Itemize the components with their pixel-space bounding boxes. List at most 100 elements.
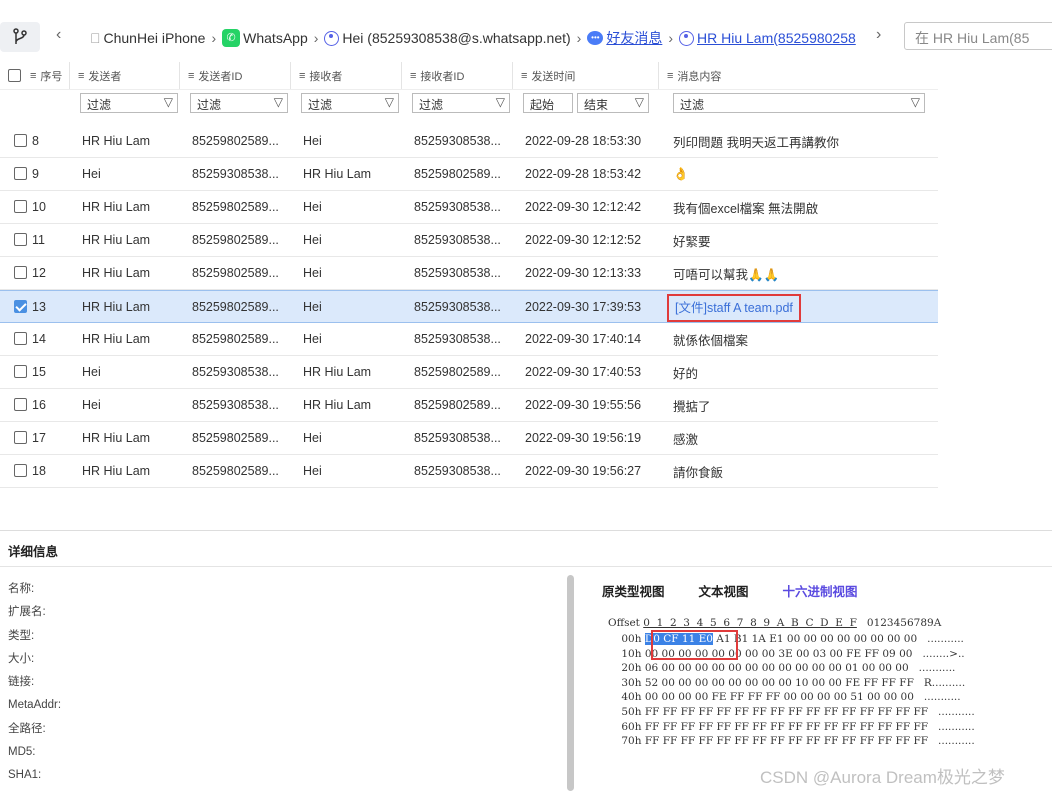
breadcrumb-device[interactable]: ChunHei iPhone bbox=[104, 30, 206, 46]
content-cell: 可唔可以幫我🙏🙏 bbox=[673, 267, 780, 282]
hex-offset-label: Offset bbox=[608, 617, 640, 629]
row-number: 13 bbox=[0, 299, 70, 314]
funnel-icon[interactable]: ▽ bbox=[164, 95, 173, 109]
receiver-cell: Hei bbox=[303, 431, 322, 445]
breadcrumb-contact[interactable]: HR Hiu Lam(8525980258 bbox=[697, 30, 856, 46]
time-cell: 2022-09-30 12:13:33 bbox=[525, 266, 642, 280]
row-checkbox[interactable] bbox=[14, 233, 27, 246]
time-cell: 2022-09-30 12:12:52 bbox=[525, 233, 642, 247]
funnel-icon[interactable]: ▽ bbox=[385, 95, 394, 109]
hex-ascii-label: 0123456789A bbox=[866, 617, 942, 629]
end-time-input[interactable]: 结束 ▽ bbox=[577, 93, 649, 113]
branch-icon[interactable] bbox=[0, 22, 40, 52]
content-cell: 請你食飯 bbox=[673, 465, 724, 480]
start-time-input[interactable]: 起始 bbox=[523, 93, 573, 113]
row-checkbox[interactable] bbox=[14, 266, 27, 279]
table-row[interactable]: 9 Hei 85259308538... HR Hiu Lam 85259802589.… bbox=[0, 158, 938, 191]
attachment-link[interactable]: [文件]staff A team.pdf bbox=[667, 294, 801, 322]
sender-cell: HR Hiu Lam bbox=[82, 464, 151, 478]
back-arrow-icon[interactable]: ‹ bbox=[56, 26, 61, 44]
row-checkbox[interactable] bbox=[14, 200, 27, 213]
column-header-sender[interactable]: ≡ 发送者 bbox=[70, 62, 180, 89]
detail-scrollbar[interactable] bbox=[567, 575, 574, 791]
table-row[interactable]: 18 HR Hiu Lam 85259802589... Hei 85259308538… bbox=[0, 455, 938, 488]
sender-cell: HR Hiu Lam bbox=[82, 431, 151, 445]
table-row[interactable]: 14 HR Hiu Lam 85259802589... Hei 85259308538… bbox=[0, 323, 938, 356]
content-cell: 攪掂了 bbox=[673, 399, 711, 414]
row-checkbox[interactable] bbox=[14, 398, 27, 411]
table-row[interactable]: 13 HR Hiu Lam 85259802589... Hei 85259308538… bbox=[0, 290, 938, 323]
breadcrumb-account[interactable]: Hei (85259308538@s.whatsapp.net) bbox=[342, 30, 570, 46]
row-number: 10 bbox=[0, 200, 70, 214]
breadcrumb-category[interactable]: 好友消息 bbox=[606, 28, 662, 48]
panel-divider[interactable] bbox=[0, 530, 1052, 531]
sender-id-filter-input[interactable]: 过滤 ▽ bbox=[190, 93, 288, 113]
apple-icon:  bbox=[90, 30, 101, 46]
search-input[interactable]: 在 HR Hiu Lam(85 bbox=[904, 22, 1052, 50]
tab-hex-view[interactable]: 十六进制视图 bbox=[783, 581, 858, 600]
receiver-id-cell: 85259308538... bbox=[414, 134, 501, 148]
watermark: CSDN @Aurora Dream极光之梦 bbox=[760, 768, 1005, 787]
receiver-cell: Hei bbox=[303, 299, 322, 314]
row-checkbox[interactable] bbox=[14, 431, 27, 444]
select-all-checkbox[interactable] bbox=[8, 69, 21, 82]
column-header-content[interactable]: ≡ 消息内容 bbox=[659, 62, 938, 89]
column-header-no[interactable]: ≡ 序号 bbox=[0, 62, 70, 89]
hex-line: 70h FF FF FF FF FF FF FF FF FF FF FF FF … bbox=[608, 735, 975, 748]
column-header-time[interactable]: ≡ 发送时间 bbox=[513, 62, 659, 89]
receiver-id-cell: 85259308538... bbox=[414, 431, 501, 445]
column-header-sender-id[interactable]: ≡ 发送者ID bbox=[180, 62, 291, 89]
row-number: 12 bbox=[0, 266, 70, 280]
receiver-id-cell: 85259308538... bbox=[414, 299, 501, 314]
row-checkbox[interactable] bbox=[14, 332, 27, 345]
sender-id-cell: 85259802589... bbox=[192, 233, 279, 247]
row-checkbox[interactable] bbox=[14, 464, 27, 477]
property-label: 全路径: bbox=[8, 722, 46, 735]
table-row[interactable]: 12 HR Hiu Lam 85259802589... Hei 85259308538… bbox=[0, 257, 938, 290]
forward-arrow-icon[interactable]: › bbox=[876, 26, 881, 44]
row-number: 17 bbox=[0, 431, 70, 445]
table-row[interactable]: 8 HR Hiu Lam 85259802589... Hei 85259308538.… bbox=[0, 125, 938, 158]
view-tabs: 原类型视图 文本视图 十六进制视图 bbox=[602, 581, 858, 600]
content-filter-input[interactable]: 过滤 ▽ bbox=[673, 93, 925, 113]
column-header-receiver-id[interactable]: ≡ 接收者ID bbox=[402, 62, 513, 89]
tab-text-view[interactable]: 文本视图 bbox=[699, 581, 749, 600]
table-row[interactable]: 16 Hei 85259308538... HR Hiu Lam 85259802589… bbox=[0, 389, 938, 422]
file-signature-highlight bbox=[651, 630, 738, 660]
receiver-id-filter-input[interactable]: 过滤 ▽ bbox=[412, 93, 510, 113]
row-checkbox[interactable] bbox=[14, 167, 27, 180]
whatsapp-icon: ✆ bbox=[222, 29, 241, 47]
sender-filter-input[interactable]: 过滤 ▽ bbox=[80, 93, 178, 113]
table-row[interactable]: 10 HR Hiu Lam 85259802589... Hei 85259308538… bbox=[0, 191, 938, 224]
receiver-id-cell: 85259308538... bbox=[414, 233, 501, 247]
content-cell: 感激 bbox=[673, 432, 699, 447]
time-cell: 2022-09-28 18:53:30 bbox=[525, 134, 642, 148]
hex-line: 40h 00 00 00 00 FE FF FF FF 00 00 00 00 … bbox=[608, 691, 961, 704]
tab-raw-view[interactable]: 原类型视图 bbox=[602, 581, 665, 600]
column-header-receiver[interactable]: ≡ 接收者 bbox=[291, 62, 402, 89]
funnel-icon[interactable]: ▽ bbox=[496, 95, 505, 109]
funnel-icon[interactable]: ▽ bbox=[635, 95, 644, 109]
detail-properties: 名称: 扩展名: 类型: 大小: 链接: MetaAddr: 全路径: MD5: SHA1: bbox=[8, 578, 61, 788]
receiver-id-cell: 85259308538... bbox=[414, 464, 501, 478]
row-checkbox[interactable] bbox=[14, 299, 27, 313]
receiver-filter-input[interactable]: 过滤 ▽ bbox=[301, 93, 399, 113]
receiver-cell: HR Hiu Lam bbox=[303, 365, 372, 379]
sender-cell: HR Hiu Lam bbox=[82, 233, 151, 247]
detail-title: 详细信息 bbox=[8, 545, 59, 559]
row-number: 18 bbox=[0, 464, 70, 478]
table-row[interactable]: 11 HR Hiu Lam 85259802589... Hei 85259308538… bbox=[0, 224, 938, 257]
table-row[interactable]: 15 Hei 85259308538... HR Hiu Lam 85259802589… bbox=[0, 356, 938, 389]
funnel-icon[interactable]: ▽ bbox=[274, 95, 283, 109]
funnel-icon[interactable]: ▽ bbox=[911, 95, 920, 109]
breadcrumb-app[interactable]: WhatsApp bbox=[243, 30, 308, 46]
row-checkbox[interactable] bbox=[14, 365, 27, 378]
sender-cell: HR Hiu Lam bbox=[82, 134, 151, 148]
receiver-cell: HR Hiu Lam bbox=[303, 167, 372, 181]
row-checkbox[interactable] bbox=[14, 134, 27, 147]
table-row[interactable]: 17 HR Hiu Lam 85259802589... Hei 85259308538… bbox=[0, 422, 938, 455]
receiver-cell: Hei bbox=[303, 266, 322, 280]
receiver-cell: Hei bbox=[303, 332, 322, 346]
hex-line: 50h FF FF FF FF FF FF FF FF FF FF FF FF … bbox=[608, 705, 975, 718]
property-label: 类型: bbox=[8, 629, 35, 642]
